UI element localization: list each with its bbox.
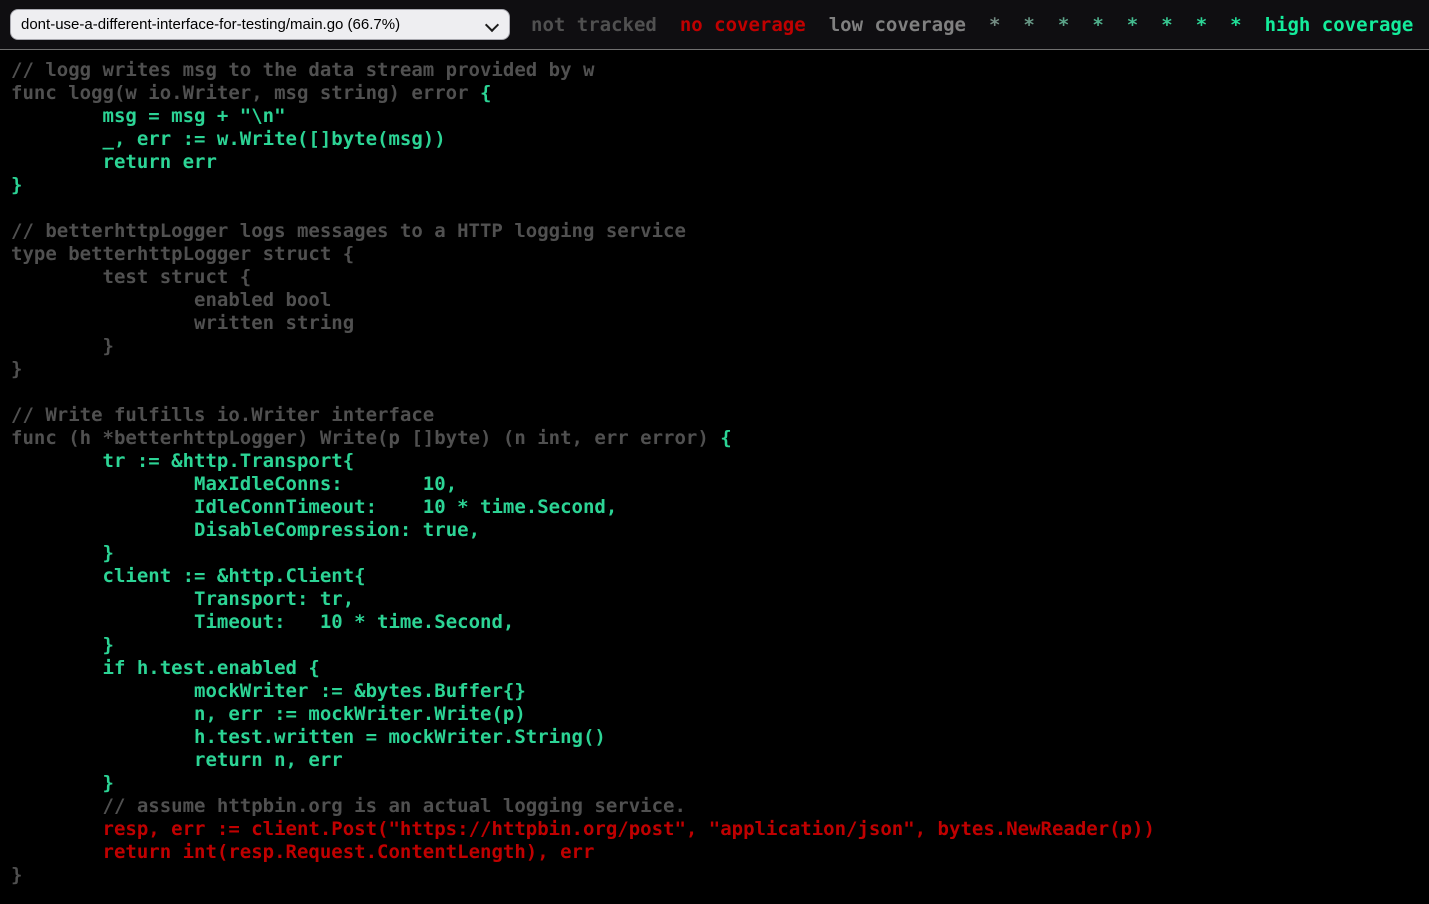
code-segment-cov: msg = msg + "\n" [11,105,286,127]
code-segment-cov: return n, err [11,749,343,771]
code-segment-plain: // assume httpbin.org is an actual loggi… [11,795,686,817]
code-line: test struct { [11,266,1429,289]
code-segment-cov: } [11,174,22,196]
code-segment-cov: client := &http.Client{ [11,565,366,587]
legend-item: * [1058,14,1069,36]
code-segment-cov: mockWriter := &bytes.Buffer{} [11,680,526,702]
legend-item: * [1092,14,1103,36]
code-segment-plain: enabled bool [11,289,331,311]
code-line: } [11,634,1429,657]
code-line: // assume httpbin.org is an actual loggi… [11,795,1429,818]
code-line: msg = msg + "\n" [11,105,1429,128]
code-line: } [11,335,1429,358]
code-line: tr := &http.Transport{ [11,450,1429,473]
code-segment-plain: } [11,335,114,357]
code-segment-plain: written string [11,312,354,334]
legend-item: * [1127,14,1138,36]
code-segment-cov: MaxIdleConns: 10, [11,473,457,495]
code-line: type betterhttpLogger struct { [11,243,1429,266]
code-segment-cov: } [11,542,114,564]
code-segment-plain: // logg writes msg to the data stream pr… [11,59,594,81]
code-line: _, err := w.Write([]byte(msg)) [11,128,1429,151]
code-line: // betterhttpLogger logs messages to a H… [11,220,1429,243]
code-line: return err [11,151,1429,174]
code-line: MaxIdleConns: 10, [11,473,1429,496]
code-line: func (h *betterhttpLogger) Write(p []byt… [11,427,1429,450]
code-line: // logg writes msg to the data stream pr… [11,59,1429,82]
code-line: client := &http.Client{ [11,565,1429,588]
code-segment-plain: // Write fulfills io.Writer interface [11,404,434,426]
code-segment-plain: // betterhttpLogger logs messages to a H… [11,220,686,242]
code-segment-cov: } [11,772,114,794]
code-segment-cov: n, err := mockWriter.Write(p) [11,703,526,725]
code-line: if h.test.enabled { [11,657,1429,680]
code-line: } [11,542,1429,565]
code-line: Transport: tr, [11,588,1429,611]
code-line: } [11,174,1429,197]
code-line: h.test.written = mockWriter.String() [11,726,1429,749]
file-select-wrap: dont-use-a-different-interface-for-testi… [10,9,510,40]
legend-item: * [1196,14,1207,36]
code-segment-plain: func (h *betterhttpLogger) Write(p []byt… [11,427,720,449]
legend-item: not tracked [531,14,657,36]
code-segment-cov: Timeout: 10 * time.Second, [11,611,514,633]
code-segment-cov: Transport: tr, [11,588,354,610]
code-segment-cov: h.test.written = mockWriter.String() [11,726,606,748]
code-segment-cov0: resp, err := client.Post("https://httpbi… [11,818,1155,840]
code-line: func logg(w io.Writer, msg string) error… [11,82,1429,105]
code-segment-plain: } [11,864,22,886]
legend-item: * [1023,14,1034,36]
coverage-legend: not tracked no coverage low coverage * * * * * *… [531,14,1413,36]
code-line [11,197,1429,220]
code-view: // logg writes msg to the data stream pr… [0,50,1429,887]
code-line: } [11,864,1429,887]
code-line: // Write fulfills io.Writer interface [11,404,1429,427]
code-line: } [11,358,1429,381]
code-segment-cov: } [11,634,114,656]
legend-item: * [989,14,1000,36]
code-segment-plain: test struct { [11,266,251,288]
code-line [11,381,1429,404]
code-segment-plain: func logg(w io.Writer, msg string) error [11,82,480,104]
legend-item: high coverage [1265,14,1414,36]
legend-item: * [1230,14,1241,36]
code-line: } [11,772,1429,795]
code-line: written string [11,312,1429,335]
code-line: DisableCompression: true, [11,519,1429,542]
code-segment-cov: tr := &http.Transport{ [11,450,354,472]
code-segment-cov: if h.test.enabled { [11,657,320,679]
code-line: return n, err [11,749,1429,772]
code-segment-cov: DisableCompression: true, [11,519,480,541]
code-line: IdleConnTimeout: 10 * time.Second, [11,496,1429,519]
code-segment-cov: { [720,427,731,449]
topbar: dont-use-a-different-interface-for-testi… [0,0,1429,50]
file-select[interactable]: dont-use-a-different-interface-for-testi… [10,9,510,40]
code-segment-plain: type betterhttpLogger struct { [11,243,354,265]
legend-item: * [1161,14,1172,36]
code-line: enabled bool [11,289,1429,312]
code-segment-plain: } [11,358,22,380]
code-line: return int(resp.Request.ContentLength), … [11,841,1429,864]
code-segment-cov: return err [11,151,217,173]
code-segment-cov0: return int(resp.Request.ContentLength), … [11,841,594,863]
code-line: resp, err := client.Post("https://httpbi… [11,818,1429,841]
code-line: n, err := mockWriter.Write(p) [11,703,1429,726]
code-segment-cov: IdleConnTimeout: 10 * time.Second, [11,496,617,518]
code-segment-cov: _, err := w.Write([]byte(msg)) [11,128,446,150]
code-line: Timeout: 10 * time.Second, [11,611,1429,634]
code-segment-cov: { [480,82,491,104]
code-line: mockWriter := &bytes.Buffer{} [11,680,1429,703]
legend-item: no coverage [680,14,806,36]
legend-item: low coverage [829,14,966,36]
